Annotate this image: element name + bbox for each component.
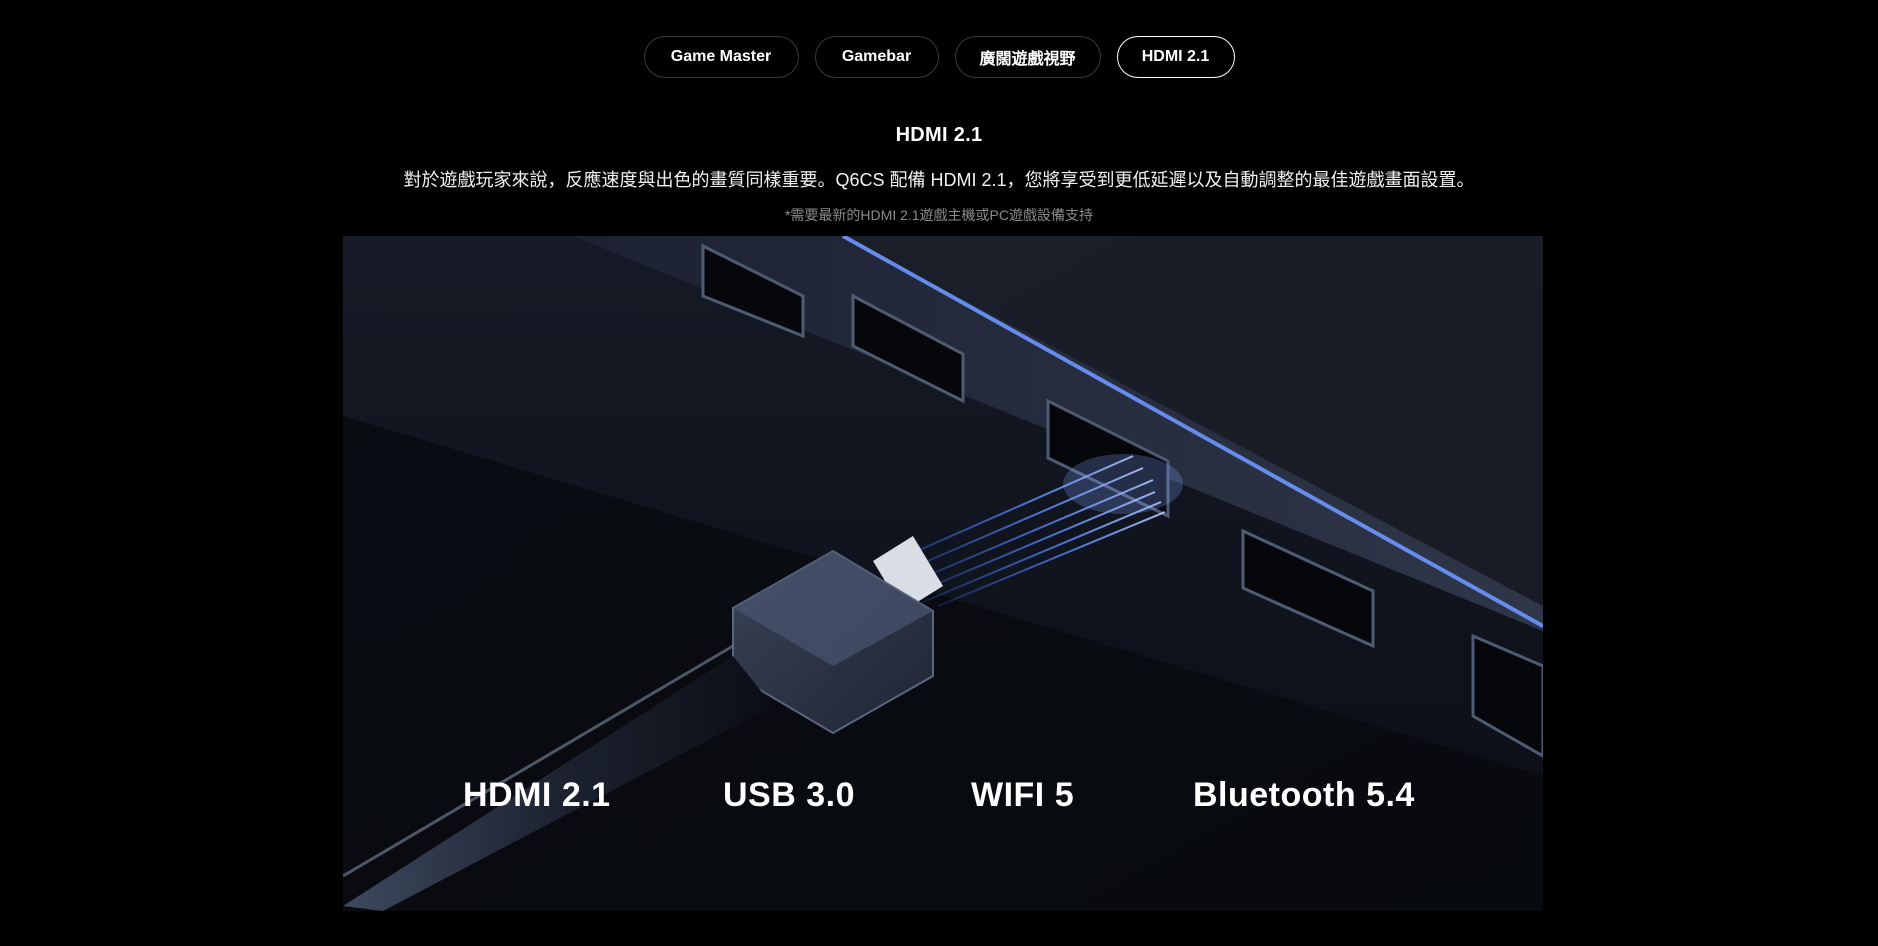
tab-game-master[interactable]: Game Master (643, 36, 799, 78)
tab-gamebar[interactable]: Gamebar (814, 36, 939, 78)
section-footnote: *需要最新的HDMI 2.1遊戲主機或PC遊戲設備支持 (784, 207, 1094, 223)
feature-tabs: Game Master Gamebar 廣闊遊戲視野 HDMI 2.1 (0, 36, 1878, 78)
tab-hdmi-2-1[interactable]: HDMI 2.1 (1116, 36, 1235, 78)
section-title: HDMI 2.1 (895, 124, 983, 146)
page: Game Master Gamebar 廣闊遊戲視野 HDMI 2.1 HDMI… (0, 0, 1878, 946)
hero-image: HDMI 2.1 USB 3.0 WIFI 5 Bluetooth 5.4 (343, 236, 1543, 911)
tab-wide-view[interactable]: 廣闊遊戲視野 (954, 36, 1101, 78)
spec-bluetooth: Bluetooth 5.4 (1193, 776, 1415, 814)
spec-usb: USB 3.0 (723, 776, 855, 814)
spec-list: HDMI 2.1 USB 3.0 WIFI 5 Bluetooth 5.4 (343, 776, 1543, 836)
spec-hdmi: HDMI 2.1 (463, 776, 611, 814)
section-description: 對於遊戲玩家來說，反應速度與出色的畫質同樣重要。Q6CS 配備 HDMI 2.1… (403, 170, 1475, 190)
spec-wifi: WIFI 5 (971, 776, 1075, 814)
